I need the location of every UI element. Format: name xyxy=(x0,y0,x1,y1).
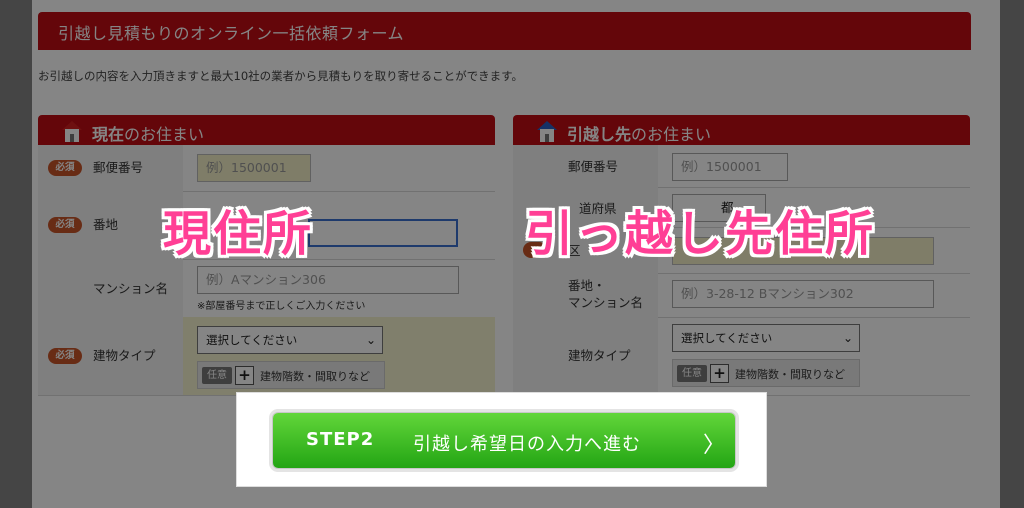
destination-address-title: 引越し先のお住まい xyxy=(567,125,712,144)
building-label: 建物タイプ xyxy=(93,348,156,363)
required-badge: 必須 xyxy=(48,348,82,364)
postal-row: 必須 郵便番号 例）1500001 xyxy=(38,145,495,192)
mansion-note: ※部屋番号まで正しくご入力ください xyxy=(197,301,366,312)
building-type-select[interactable]: 選択してください ⌄ xyxy=(197,326,383,354)
dest-building-details-text: 建物階数・間取りなど xyxy=(735,368,845,381)
postal-code-input[interactable]: 例）1500001 xyxy=(197,154,311,182)
destination-address-header: 引越し先のお住まい xyxy=(513,115,970,145)
dest-postal-row: 郵便番号 例）1500001 xyxy=(513,145,970,188)
current-address-title: 現在のお住まい xyxy=(92,125,205,144)
form-title-bar: 引越し見積もりのオンライン一括依頼フォーム xyxy=(38,12,971,50)
house-icon xyxy=(537,121,557,142)
current-address-header: 現在のお住まい xyxy=(38,115,495,145)
destination-address-callout: 引っ越し先住所 xyxy=(525,206,876,262)
mansion-label: マンション名 xyxy=(93,281,169,296)
plus-icon: + xyxy=(710,364,729,383)
dest-building-label: 建物タイプ xyxy=(568,348,631,363)
dest-building-details-toggle[interactable]: 任意 + 建物階数・間取りなど xyxy=(672,359,860,387)
mansion-row: マンション名 例）Aマンション306 ※部屋番号まで正しくご入力ください xyxy=(38,259,495,318)
intro-text: お引越しの内容を入力頂きますと最大10社の業者から見積もりを取り寄せることができ… xyxy=(38,69,523,83)
plus-icon: + xyxy=(235,366,254,385)
address-label: 番地 xyxy=(93,217,119,232)
dest-address-input[interactable]: 例）3-28-12 Bマンション302 xyxy=(672,280,934,308)
house-icon xyxy=(62,121,82,142)
current-address-callout: 現住所 xyxy=(163,206,314,262)
dest-address-label: 番地・ マンション名 xyxy=(568,278,644,310)
dest-postal-code-input[interactable]: 例）1500001 xyxy=(672,153,788,181)
step2-label: STEP2 xyxy=(306,429,375,450)
optional-badge: 任意 xyxy=(677,365,707,382)
building-details-toggle[interactable]: 任意 + 建物階数・間取りなど xyxy=(197,361,385,389)
required-badge: 必須 xyxy=(48,217,82,233)
dest-building-row: 建物タイプ 選択してください ⌄ 任意 + 建物階数・間取りなど xyxy=(513,317,970,396)
address-input[interactable] xyxy=(308,219,458,247)
chevron-down-icon: ⌄ xyxy=(842,331,853,345)
mansion-input[interactable]: 例）Aマンション306 xyxy=(197,266,459,294)
building-row: 必須 建物タイプ 選択してください ⌄ 任意 + 建物階数・間取りなど xyxy=(38,317,495,396)
dest-address-row: 番地・ マンション名 例）3-28-12 Bマンション302 xyxy=(513,273,970,318)
building-details-text: 建物階数・間取りなど xyxy=(260,370,370,383)
dest-building-type-select[interactable]: 選択してください ⌄ xyxy=(672,324,860,352)
chevron-down-icon: ⌄ xyxy=(365,333,376,347)
step2-button[interactable]: STEP2 引越し希望日の入力へ進む 〉 xyxy=(273,413,735,468)
chevron-right-icon: 〉 xyxy=(703,433,726,458)
required-badge: 必須 xyxy=(48,160,82,176)
dest-postal-label: 郵便番号 xyxy=(568,159,619,174)
step-highlight: STEP2 引越し希望日の入力へ進む 〉 xyxy=(237,393,766,486)
step2-text: 引越し希望日の入力へ進む xyxy=(413,434,641,455)
form-title: 引越し見積もりのオンライン一括依頼フォーム xyxy=(58,24,405,43)
postal-label: 郵便番号 xyxy=(93,160,144,175)
optional-badge: 任意 xyxy=(202,367,232,384)
